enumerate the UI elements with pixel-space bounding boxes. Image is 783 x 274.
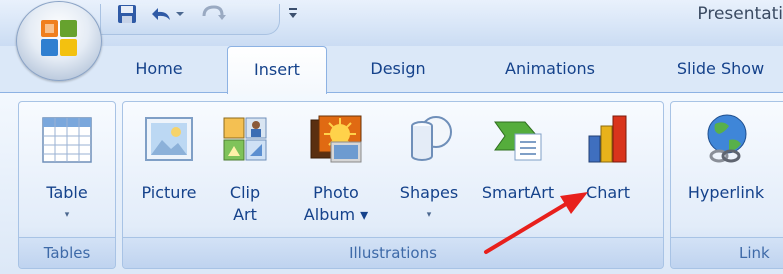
tab-insert[interactable]: Insert [227,46,327,94]
annotation-arrow [484,192,588,254]
